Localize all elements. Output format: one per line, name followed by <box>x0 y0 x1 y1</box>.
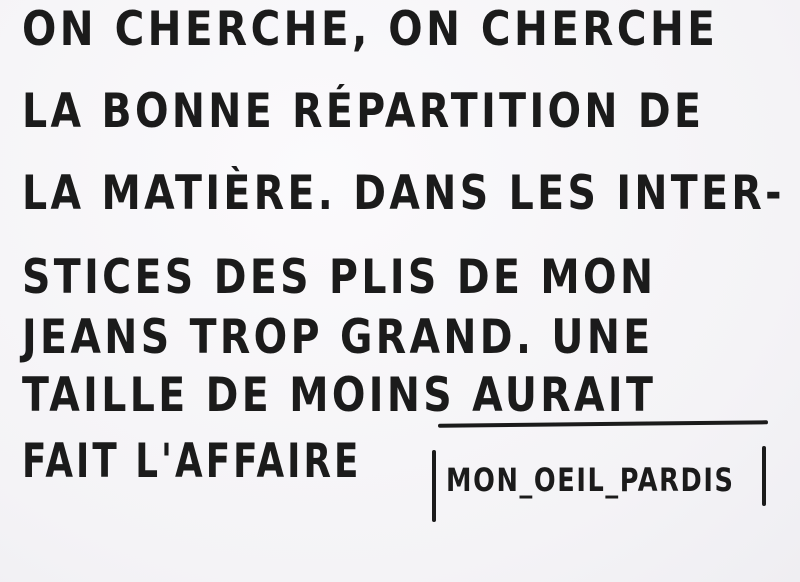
frame-top-rule <box>437 420 769 428</box>
poem-line-6: TAILLE DE MOINS AURAIT <box>22 368 657 423</box>
author-signature: MON_OEIL_PARDIS <box>446 461 735 499</box>
handwritten-page: ON CHERCHE, ON CHERCHE LA BONNE RÉPARTIT… <box>0 0 800 582</box>
poem-line-2: LA BONNE RÉPARTITION DE <box>22 84 705 139</box>
poem-line-7: FAIT L'AFFAIRE <box>22 434 362 489</box>
poem-line-5: JEANS TROP GRAND. UNE <box>22 310 654 365</box>
frame-left-rule <box>432 450 436 522</box>
signature-frame: MON_OEIL_PARDIS <box>432 420 769 524</box>
frame-right-rule <box>762 446 766 506</box>
poem-line-4: STICES DES PLIS DE MON <box>22 250 657 305</box>
poem-line-1: ON CHERCHE, ON CHERCHE <box>22 2 719 57</box>
poem-line-3: LA MATIÈRE. DANS LES INTER- <box>22 166 785 221</box>
